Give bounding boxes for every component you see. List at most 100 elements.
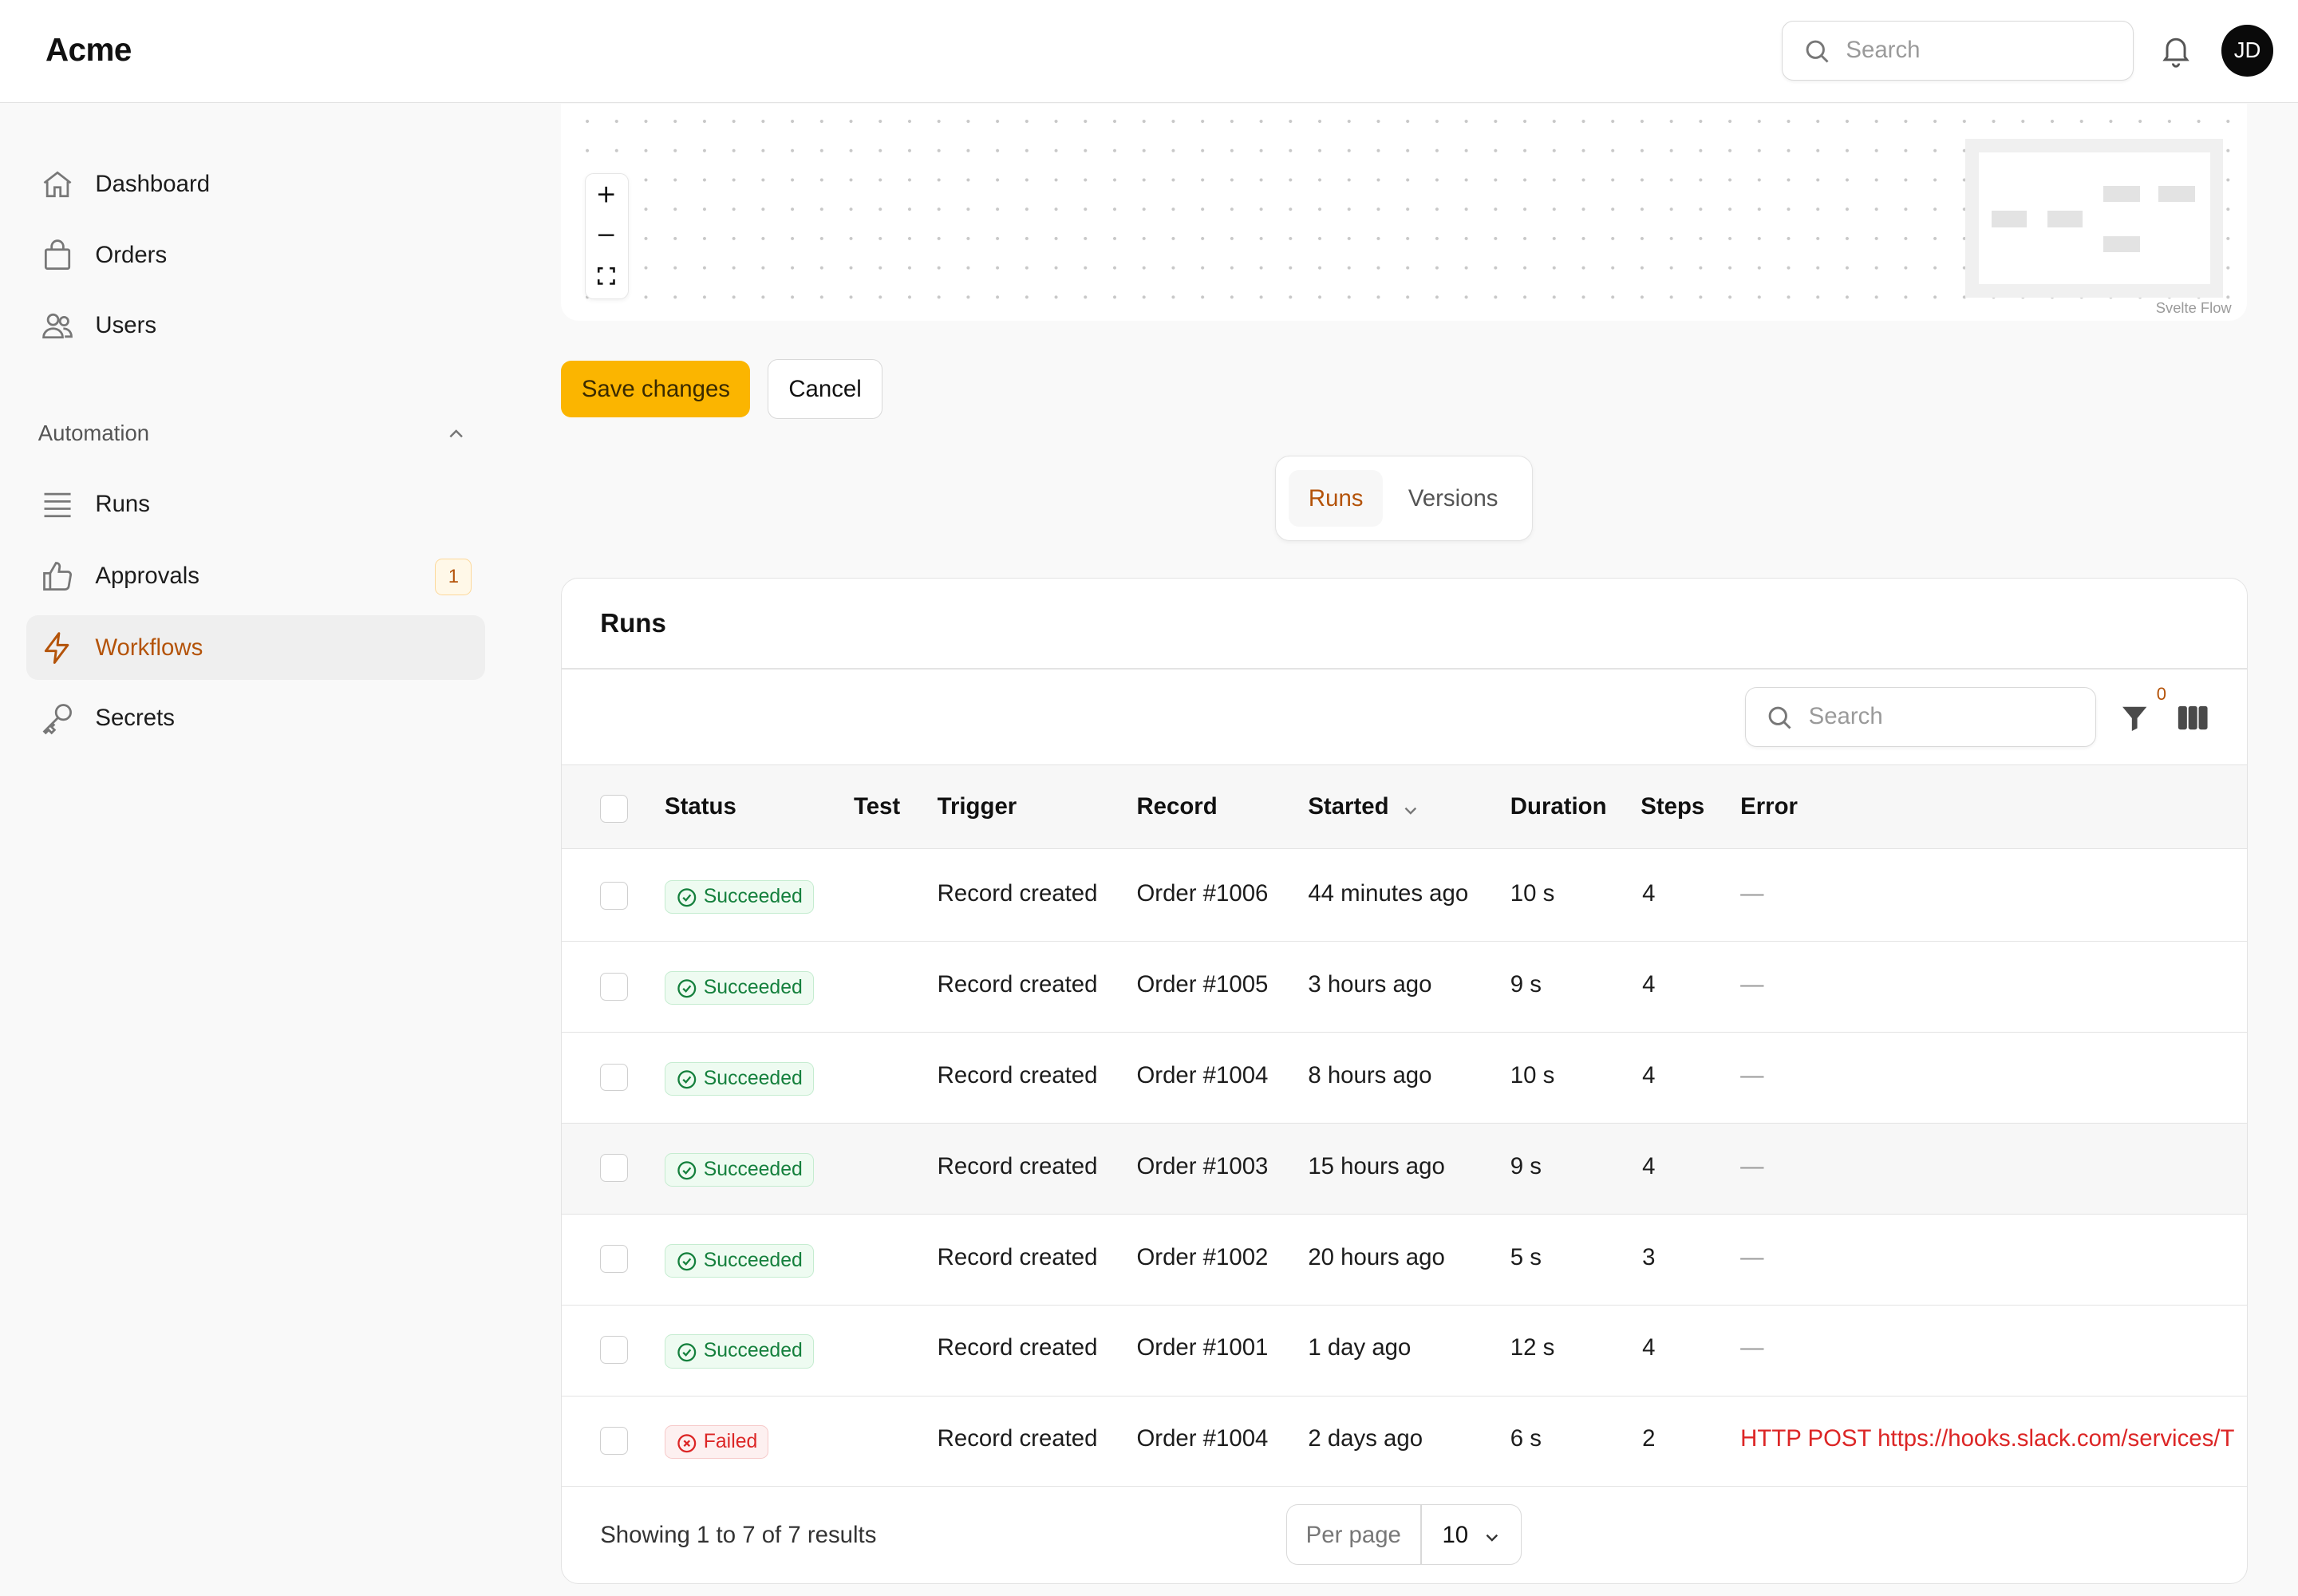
error-cell: — bbox=[1740, 1061, 1764, 1088]
record-cell[interactable]: Order #1005 bbox=[1136, 971, 1268, 998]
row-checkbox[interactable] bbox=[600, 972, 629, 1001]
user-avatar[interactable]: JD bbox=[2221, 25, 2273, 77]
duration-cell: 9 s bbox=[1510, 1152, 1542, 1179]
table-row[interactable]: Succeeded Record created Order #1005 3 h… bbox=[562, 942, 2248, 1033]
column-header-test[interactable]: Test bbox=[854, 793, 900, 820]
column-header-steps[interactable]: Steps bbox=[1641, 793, 1704, 820]
table-row[interactable]: Succeeded Record created Order #1006 44 … bbox=[562, 851, 2248, 942]
check-circle-icon bbox=[677, 1161, 697, 1180]
sidebar-item-approvals[interactable]: Approvals 1 bbox=[26, 543, 485, 608]
sidebar-item-orders[interactable]: Orders bbox=[26, 223, 485, 287]
minimap[interactable] bbox=[1965, 139, 2224, 298]
error-cell: — bbox=[1740, 1152, 1764, 1179]
error-cell: HTTP POST https://hooks.slack.com/servic… bbox=[1740, 1425, 2235, 1452]
row-checkbox[interactable] bbox=[600, 1427, 629, 1455]
section-title-automation: Automation bbox=[38, 421, 150, 446]
steps-cell: 4 bbox=[1642, 1152, 1656, 1179]
tab-runs[interactable]: Runs bbox=[1289, 469, 1383, 527]
chevron-down-icon[interactable] bbox=[1482, 1527, 1502, 1548]
sidebar-item-label: Users bbox=[95, 311, 157, 338]
trigger-cell: Record created bbox=[937, 1152, 1098, 1179]
global-search[interactable] bbox=[1782, 20, 2134, 81]
table-row[interactable]: Succeeded Record created Order #1003 15 … bbox=[562, 1123, 2248, 1215]
check-circle-icon bbox=[677, 1343, 697, 1361]
column-header-trigger[interactable]: Trigger bbox=[938, 793, 1017, 820]
sidebar-item-label: Dashboard bbox=[95, 171, 211, 198]
record-cell[interactable]: Order #1003 bbox=[1136, 1153, 1268, 1180]
table-row[interactable]: Succeeded Record created Order #1004 8 h… bbox=[562, 1033, 2248, 1124]
sidebar-item-users[interactable]: Users bbox=[26, 293, 485, 358]
record-cell[interactable]: Order #1001 bbox=[1136, 1334, 1268, 1361]
minus-icon bbox=[598, 234, 614, 237]
brand-logo[interactable]: Acme bbox=[45, 31, 132, 69]
column-header-duration[interactable]: Duration bbox=[1510, 793, 1607, 820]
column-header-error[interactable]: Error bbox=[1740, 793, 1798, 820]
row-checkbox[interactable] bbox=[600, 1336, 629, 1365]
minimap-node bbox=[2103, 186, 2140, 203]
steps-cell: 4 bbox=[1642, 880, 1656, 907]
workflow-canvas[interactable]: Svelte Flow bbox=[561, 104, 2247, 322]
status-badge: Succeeded bbox=[665, 1152, 814, 1187]
sidebar-item-workflows[interactable]: Workflows bbox=[26, 615, 485, 681]
row-checkbox[interactable] bbox=[600, 1245, 629, 1274]
select-all-checkbox[interactable] bbox=[600, 794, 629, 823]
row-checkbox[interactable] bbox=[600, 1063, 629, 1092]
status-badge: Succeeded bbox=[665, 1334, 814, 1369]
zoom-in-button[interactable] bbox=[586, 174, 626, 215]
per-page-value[interactable]: 10 bbox=[1442, 1522, 1468, 1549]
row-checkbox[interactable] bbox=[600, 1154, 629, 1183]
started-cell: 1 day ago bbox=[1308, 1334, 1412, 1361]
column-header-status[interactable]: Status bbox=[665, 793, 736, 820]
error-cell: — bbox=[1740, 970, 1764, 998]
users-icon bbox=[41, 313, 73, 338]
sidebar: Dashboard Orders Users Automation Runs A… bbox=[0, 104, 510, 1596]
status-badge: Succeeded bbox=[665, 880, 814, 915]
sidebar-item-label: Approvals bbox=[95, 562, 199, 589]
steps-cell: 4 bbox=[1642, 1061, 1656, 1088]
sidebar-item-dashboard[interactable]: Dashboard bbox=[26, 152, 485, 217]
trigger-cell: Record created bbox=[937, 1061, 1098, 1088]
minimap-viewport bbox=[1978, 152, 2210, 285]
table-search-input[interactable] bbox=[1808, 699, 2073, 735]
row-checkbox[interactable] bbox=[600, 881, 629, 910]
trigger-cell: Record created bbox=[937, 880, 1098, 907]
status-text: Succeeded bbox=[703, 976, 803, 998]
fit-view-button[interactable] bbox=[586, 256, 626, 297]
approvals-count-badge: 1 bbox=[435, 558, 472, 595]
steps-cell: 4 bbox=[1642, 1334, 1656, 1361]
save-button[interactable]: Save changes bbox=[561, 360, 751, 418]
minimap-node bbox=[2103, 235, 2140, 252]
sidebar-item-runs[interactable]: Runs bbox=[26, 472, 485, 536]
duration-cell: 5 s bbox=[1510, 1243, 1542, 1270]
status-text: Succeeded bbox=[703, 1067, 803, 1089]
duration-cell: 6 s bbox=[1510, 1425, 1542, 1452]
tab-bar: Runs Versions bbox=[1274, 456, 1534, 541]
sidebar-item-secrets[interactable]: Secrets bbox=[26, 686, 485, 751]
record-cell[interactable]: Order #1002 bbox=[1136, 1244, 1268, 1271]
bell-icon[interactable] bbox=[2158, 32, 2193, 70]
per-page-select[interactable]: Per page 10 bbox=[1285, 1504, 1522, 1565]
duration-cell: 12 s bbox=[1510, 1334, 1555, 1361]
duration-cell: 10 s bbox=[1510, 1061, 1555, 1088]
sidebar-item-label: Workflows bbox=[95, 634, 203, 661]
table-search[interactable] bbox=[1744, 686, 2097, 747]
global-search-input[interactable] bbox=[1846, 33, 2110, 69]
columns-icon[interactable] bbox=[2177, 705, 2209, 731]
column-header-record[interactable]: Record bbox=[1136, 793, 1217, 820]
chevron-up-icon[interactable] bbox=[444, 422, 468, 445]
record-cell[interactable]: Order #1004 bbox=[1136, 1425, 1268, 1452]
table-row[interactable]: Succeeded Record created Order #1001 1 d… bbox=[562, 1306, 2248, 1396]
tab-versions[interactable]: Versions bbox=[1393, 470, 1514, 527]
record-cell[interactable]: Order #1006 bbox=[1136, 880, 1268, 907]
minimap-node bbox=[1992, 211, 2028, 227]
sort-chevron-down-icon[interactable] bbox=[1400, 800, 1421, 821]
x-circle-icon bbox=[677, 1433, 697, 1452]
filter-icon[interactable] bbox=[2118, 701, 2150, 733]
cancel-button[interactable]: Cancel bbox=[768, 358, 882, 420]
record-cell[interactable]: Order #1004 bbox=[1136, 1062, 1268, 1089]
zoom-out-button[interactable] bbox=[586, 215, 626, 255]
table-row[interactable]: Failed Record created Order #1004 2 days… bbox=[562, 1396, 2248, 1487]
flow-attribution[interactable]: Svelte Flow bbox=[2156, 299, 2232, 317]
table-row[interactable]: Succeeded Record created Order #1002 20 … bbox=[562, 1215, 2248, 1306]
column-header-started[interactable]: Started bbox=[1308, 793, 1388, 820]
